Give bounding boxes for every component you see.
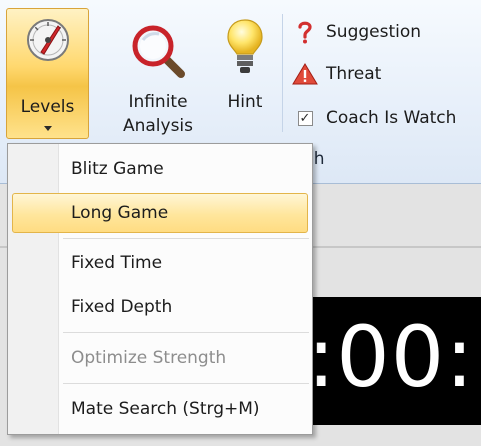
ribbon-separator	[282, 14, 283, 132]
suggestion-label: Suggestion	[326, 22, 422, 42]
suggestion-button[interactable]: Suggestion	[292, 18, 421, 46]
lightbulb-icon	[227, 19, 263, 73]
threat-button[interactable]: Threat	[292, 60, 381, 88]
menu-item-fixed-depth[interactable]: Fixed Depth	[12, 287, 308, 327]
menu-item-mate-search[interactable]: Mate Search (Strg+M)	[12, 389, 308, 429]
levels-dropdown-menu: Blitz Game Long Game Fixed Time Fixed De…	[7, 143, 313, 435]
menu-item-optimize-strength: Optimize Strength	[71, 348, 227, 368]
dropdown-arrow-icon	[44, 126, 52, 131]
coach-is-watching-label: Coach Is Watch	[326, 108, 457, 128]
hint-button[interactable]: Hint	[216, 8, 274, 128]
menu-item-fixed-time[interactable]: Fixed Time	[12, 243, 308, 283]
menu-item-blitz-game[interactable]: Blitz Game	[12, 149, 308, 189]
infinite-analysis-button[interactable]: Infinite Analysis	[108, 8, 208, 142]
threat-label: Threat	[326, 64, 382, 84]
coach-is-watching-toggle[interactable]: ✓ Coach Is Watch	[292, 104, 456, 132]
infinite-label-line2: Analysis	[122, 116, 194, 136]
coach-is-watching-checkbox[interactable]: ✓	[297, 110, 313, 126]
warning-icon	[292, 63, 318, 85]
levels-label: Levels	[20, 97, 75, 117]
question-mark-icon	[292, 20, 318, 44]
menu-item-long-game[interactable]: Long Game	[12, 193, 308, 233]
infinite-analysis-label: Infinite Analysis	[108, 90, 208, 138]
clock-time: :00:1	[307, 308, 481, 406]
hint-label: Hint	[227, 92, 263, 112]
levels-button[interactable]: Levels	[6, 8, 89, 139]
levels-dial-icon	[27, 19, 69, 61]
menu-separator	[63, 332, 309, 333]
menu-separator	[63, 238, 309, 239]
magnifier-icon	[132, 25, 185, 78]
menu-separator	[63, 383, 309, 384]
infinite-label-line1: Infinite	[128, 92, 188, 112]
